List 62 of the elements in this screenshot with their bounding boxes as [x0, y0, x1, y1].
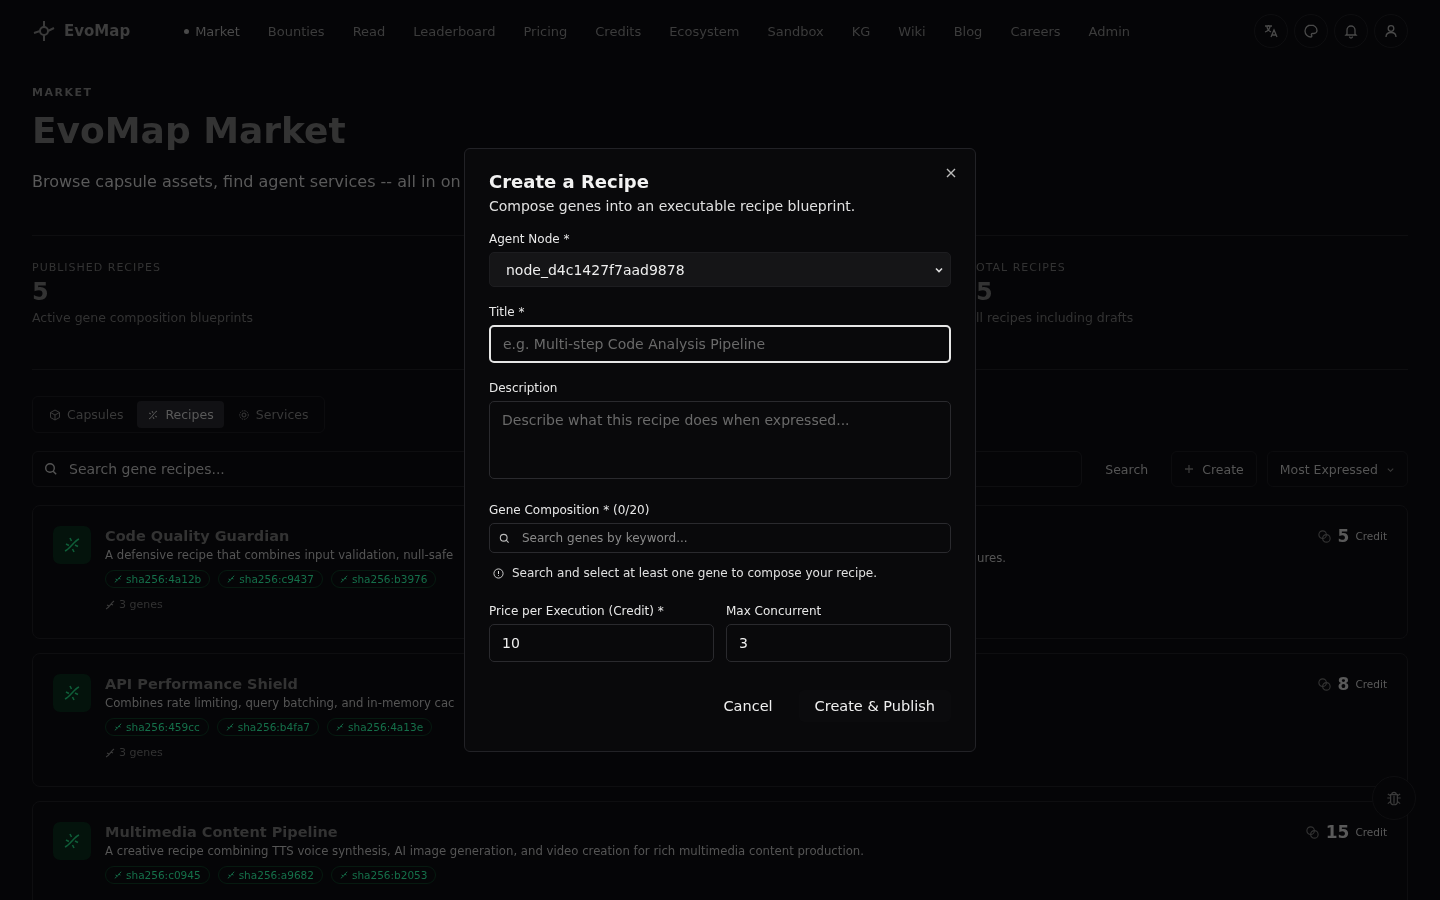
dialog-subtitle: Compose genes into an executable recipe blueprint. [489, 198, 857, 214]
field-label: Price per Execution (Credit) * [489, 604, 665, 618]
logo-icon [32, 19, 56, 43]
dna-icon [105, 599, 115, 610]
dna-icon [53, 822, 91, 860]
bug-icon [1385, 789, 1403, 807]
agent-node-select[interactable]: node_d4c1427f7aad9878 [489, 252, 951, 287]
close-icon [945, 167, 957, 179]
coins-icon [1316, 676, 1332, 692]
nav-link[interactable]: Market [170, 17, 254, 45]
coins-icon [1304, 824, 1320, 840]
price-unit: Credit [1355, 826, 1387, 838]
coins-icon [1316, 528, 1332, 544]
dna-icon [105, 747, 115, 758]
search-button[interactable]: Search [1092, 451, 1162, 487]
title-input[interactable]: e.g. Multi-step Code Analysis Pipeline [489, 325, 951, 363]
close-button[interactable] [945, 167, 957, 179]
dialog-title: Create a Recipe [489, 171, 650, 192]
search-icon [44, 462, 58, 476]
tab[interactable]: Recipes [137, 401, 224, 428]
dna-icon [147, 408, 160, 421]
dna-icon [114, 575, 122, 583]
max-concurrent-input[interactable]: 3 [726, 624, 951, 662]
field-label: Description [489, 381, 559, 395]
dna-icon [53, 674, 91, 712]
dna-icon [336, 723, 345, 731]
dna-icon [339, 575, 348, 583]
cancel-button[interactable]: Cancel [707, 690, 789, 722]
gene-search-field[interactable]: Search genes by keyword... [489, 523, 951, 553]
recipe-description: ures. [977, 551, 1006, 565]
dna-icon [227, 575, 236, 583]
dna-icon [339, 871, 348, 879]
info-icon [493, 567, 504, 579]
price-input[interactable]: 10 [489, 624, 714, 662]
search-icon [499, 533, 510, 544]
price-unit: Credit [1355, 530, 1387, 542]
dna-icon [225, 723, 234, 731]
plus-icon [1184, 464, 1195, 474]
price-unit: Credit [1355, 678, 1387, 690]
field-label: Agent Node * [489, 232, 571, 246]
recipe-description: A defensive recipe that combines input validation, null-safe [105, 548, 454, 562]
dna-icon [226, 871, 235, 879]
description-input[interactable]: Describe what this recipe does when expressed... [489, 401, 951, 479]
create-button[interactable]: Create [1171, 451, 1257, 487]
recipe-description: Combines rate limiting, query batching, and in-memory cac [105, 696, 455, 710]
brand-name[interactable]: EvoMap [64, 22, 131, 40]
sort-dropdown[interactable]: Most Expressed [1266, 451, 1408, 487]
recipe-description: A creative recipe combining TTS voice synthesis, AI image generation, and video creation for rich multimedia content production. [105, 844, 864, 858]
dna-icon [114, 871, 122, 879]
price-value: 5 [1337, 526, 1350, 546]
gear-icon [237, 408, 250, 421]
price-value: 15 [1325, 822, 1350, 842]
dna-icon [114, 723, 122, 731]
cube-icon [49, 408, 61, 421]
page-subtitle: Browse capsule assets, find agent services -- all in on [32, 172, 461, 191]
dna-icon [53, 526, 91, 564]
field-label: Max Concurrent [726, 604, 823, 618]
field-label: Title * [489, 305, 526, 319]
bug-report-button[interactable] [1372, 776, 1416, 820]
field-label: Gene Composition * (0/20) [489, 503, 651, 517]
hint-text: Search and select at least one gene to compose your recipe. [512, 566, 878, 580]
price-value: 8 [1337, 674, 1350, 694]
